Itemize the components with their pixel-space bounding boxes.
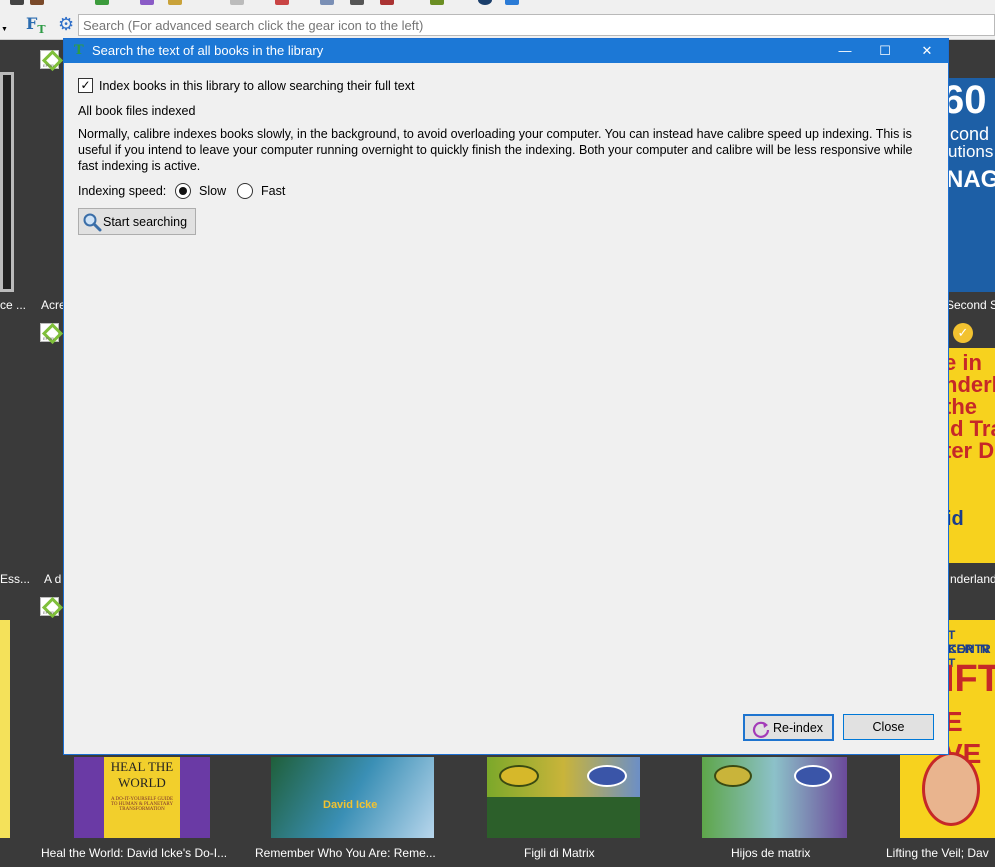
- maximize-button[interactable]: ☐: [864, 39, 906, 63]
- book-title[interactable]: Hijos de matrix: [731, 846, 810, 860]
- book-cover[interactable]: [487, 757, 640, 838]
- book-title[interactable]: A d: [44, 572, 61, 586]
- dialog-title: Search the text of all books in the libr…: [92, 43, 324, 58]
- book-title[interactable]: nderland: [950, 572, 995, 586]
- checkmark-badge-icon: ✓: [953, 323, 973, 343]
- refresh-icon: [752, 721, 770, 738]
- book-cover[interactable]: HEAL THE WORLD A DO-IT-YOURSELF GUIDE TO…: [74, 757, 210, 838]
- toolbar-icon[interactable]: [230, 0, 244, 5]
- dialog-titlebar[interactable]: T Search the text of all books in the li…: [64, 39, 948, 63]
- cover-text: the: [948, 394, 977, 419]
- toolbar-icon[interactable]: [430, 0, 444, 5]
- book-title[interactable]: Heal the World: David Icke's Do-I...: [41, 846, 227, 860]
- book-title[interactable]: Lifting the Veil; Dav: [886, 846, 989, 860]
- cover-text: id: [948, 508, 964, 530]
- search-input[interactable]: [78, 14, 995, 36]
- indexing-description: Normally, calibre indexes books slowly, …: [78, 127, 913, 173]
- calibre-app-icon: T: [74, 43, 84, 58]
- index-books-label[interactable]: Index books in this library to allow sea…: [99, 79, 414, 93]
- cover-text: NAGE: [948, 166, 995, 193]
- start-searching-label: Start searching: [103, 215, 188, 229]
- cover-text: TRANSFORMATION: [119, 807, 165, 812]
- book-cover[interactable]: [0, 72, 14, 292]
- reindex-button[interactable]: Re-index: [743, 714, 834, 741]
- book-cover[interactable]: [0, 620, 10, 838]
- cover-text: ld Tra: [948, 416, 995, 441]
- cover-text: nderla: [948, 372, 995, 397]
- book-title[interactable]: Figli di Matrix: [524, 846, 595, 860]
- indexing-speed-row: Indexing speed: Slow Fast: [78, 182, 378, 200]
- book-title[interactable]: ce ...: [0, 298, 26, 312]
- book-title[interactable]: Remember Who You Are: Reme...: [255, 846, 436, 860]
- toolbar-icon[interactable]: [380, 0, 394, 5]
- cover-text: David Icke: [323, 799, 378, 811]
- close-window-button[interactable]: ✕: [906, 39, 948, 63]
- toolbar-icon[interactable]: [95, 0, 109, 5]
- toolbar-strip: [0, 0, 995, 10]
- toolbar-icon[interactable]: [168, 0, 182, 5]
- minimize-button[interactable]: —: [824, 39, 866, 63]
- index-books-checkbox[interactable]: ✓: [78, 78, 93, 93]
- book-title[interactable]: Ess...: [0, 572, 30, 586]
- start-searching-button[interactable]: Start searching: [78, 208, 196, 235]
- magnifier-icon: [83, 213, 102, 232]
- book-title[interactable]: Acre: [41, 298, 66, 312]
- toolbar-icon[interactable]: [140, 0, 154, 5]
- gear-icon[interactable]: ⚙: [58, 13, 74, 35]
- book-cover[interactable]: [702, 757, 847, 838]
- cover-text: IFT: [944, 658, 995, 700]
- book-cover[interactable]: e in nderla the ld Tra ter Di id: [948, 348, 995, 563]
- dropdown-arrow-icon[interactable]: ▼: [1, 26, 8, 33]
- cover-text: WORLD: [118, 775, 166, 790]
- epub-badge-icon: [40, 50, 59, 69]
- speed-slow-radio[interactable]: [175, 183, 191, 199]
- search-bar: ▼ FT ⚙: [0, 10, 995, 40]
- speed-fast-radio[interactable]: [237, 183, 253, 199]
- epub-badge-icon: [40, 323, 59, 342]
- speed-slow-label[interactable]: Slow: [199, 184, 226, 198]
- book-title[interactable]: Second S: [946, 298, 995, 312]
- cover-text: ter Di: [948, 438, 995, 463]
- book-cover[interactable]: 60 cond utions NAGE: [948, 78, 995, 292]
- toolbar-icon[interactable]: [320, 0, 334, 5]
- toolbar-icon[interactable]: [505, 0, 519, 5]
- toolbar-icon[interactable]: [275, 0, 289, 5]
- index-status-text: All book files indexed: [78, 104, 196, 118]
- cover-text: utions: [948, 142, 994, 161]
- indexing-speed-label: Indexing speed:: [78, 184, 167, 198]
- toolbar-icon[interactable]: [350, 0, 364, 5]
- reindex-label: Re-index: [773, 721, 824, 735]
- cover-text: 60: [948, 78, 987, 122]
- cover-text: e in: [948, 350, 982, 375]
- toolbar-icon[interactable]: [10, 0, 24, 5]
- book-cover[interactable]: David Icke: [271, 757, 434, 838]
- full-text-search-icon[interactable]: FT: [26, 14, 46, 36]
- fulltext-search-dialog: T Search the text of all books in the li…: [63, 38, 949, 755]
- cover-text: HEAL THE: [110, 759, 174, 774]
- close-button[interactable]: Close: [843, 714, 934, 740]
- toolbar-icon[interactable]: [478, 0, 492, 5]
- speed-fast-label[interactable]: Fast: [261, 184, 285, 198]
- epub-badge-icon: [40, 597, 59, 616]
- toolbar-icon[interactable]: [30, 0, 44, 5]
